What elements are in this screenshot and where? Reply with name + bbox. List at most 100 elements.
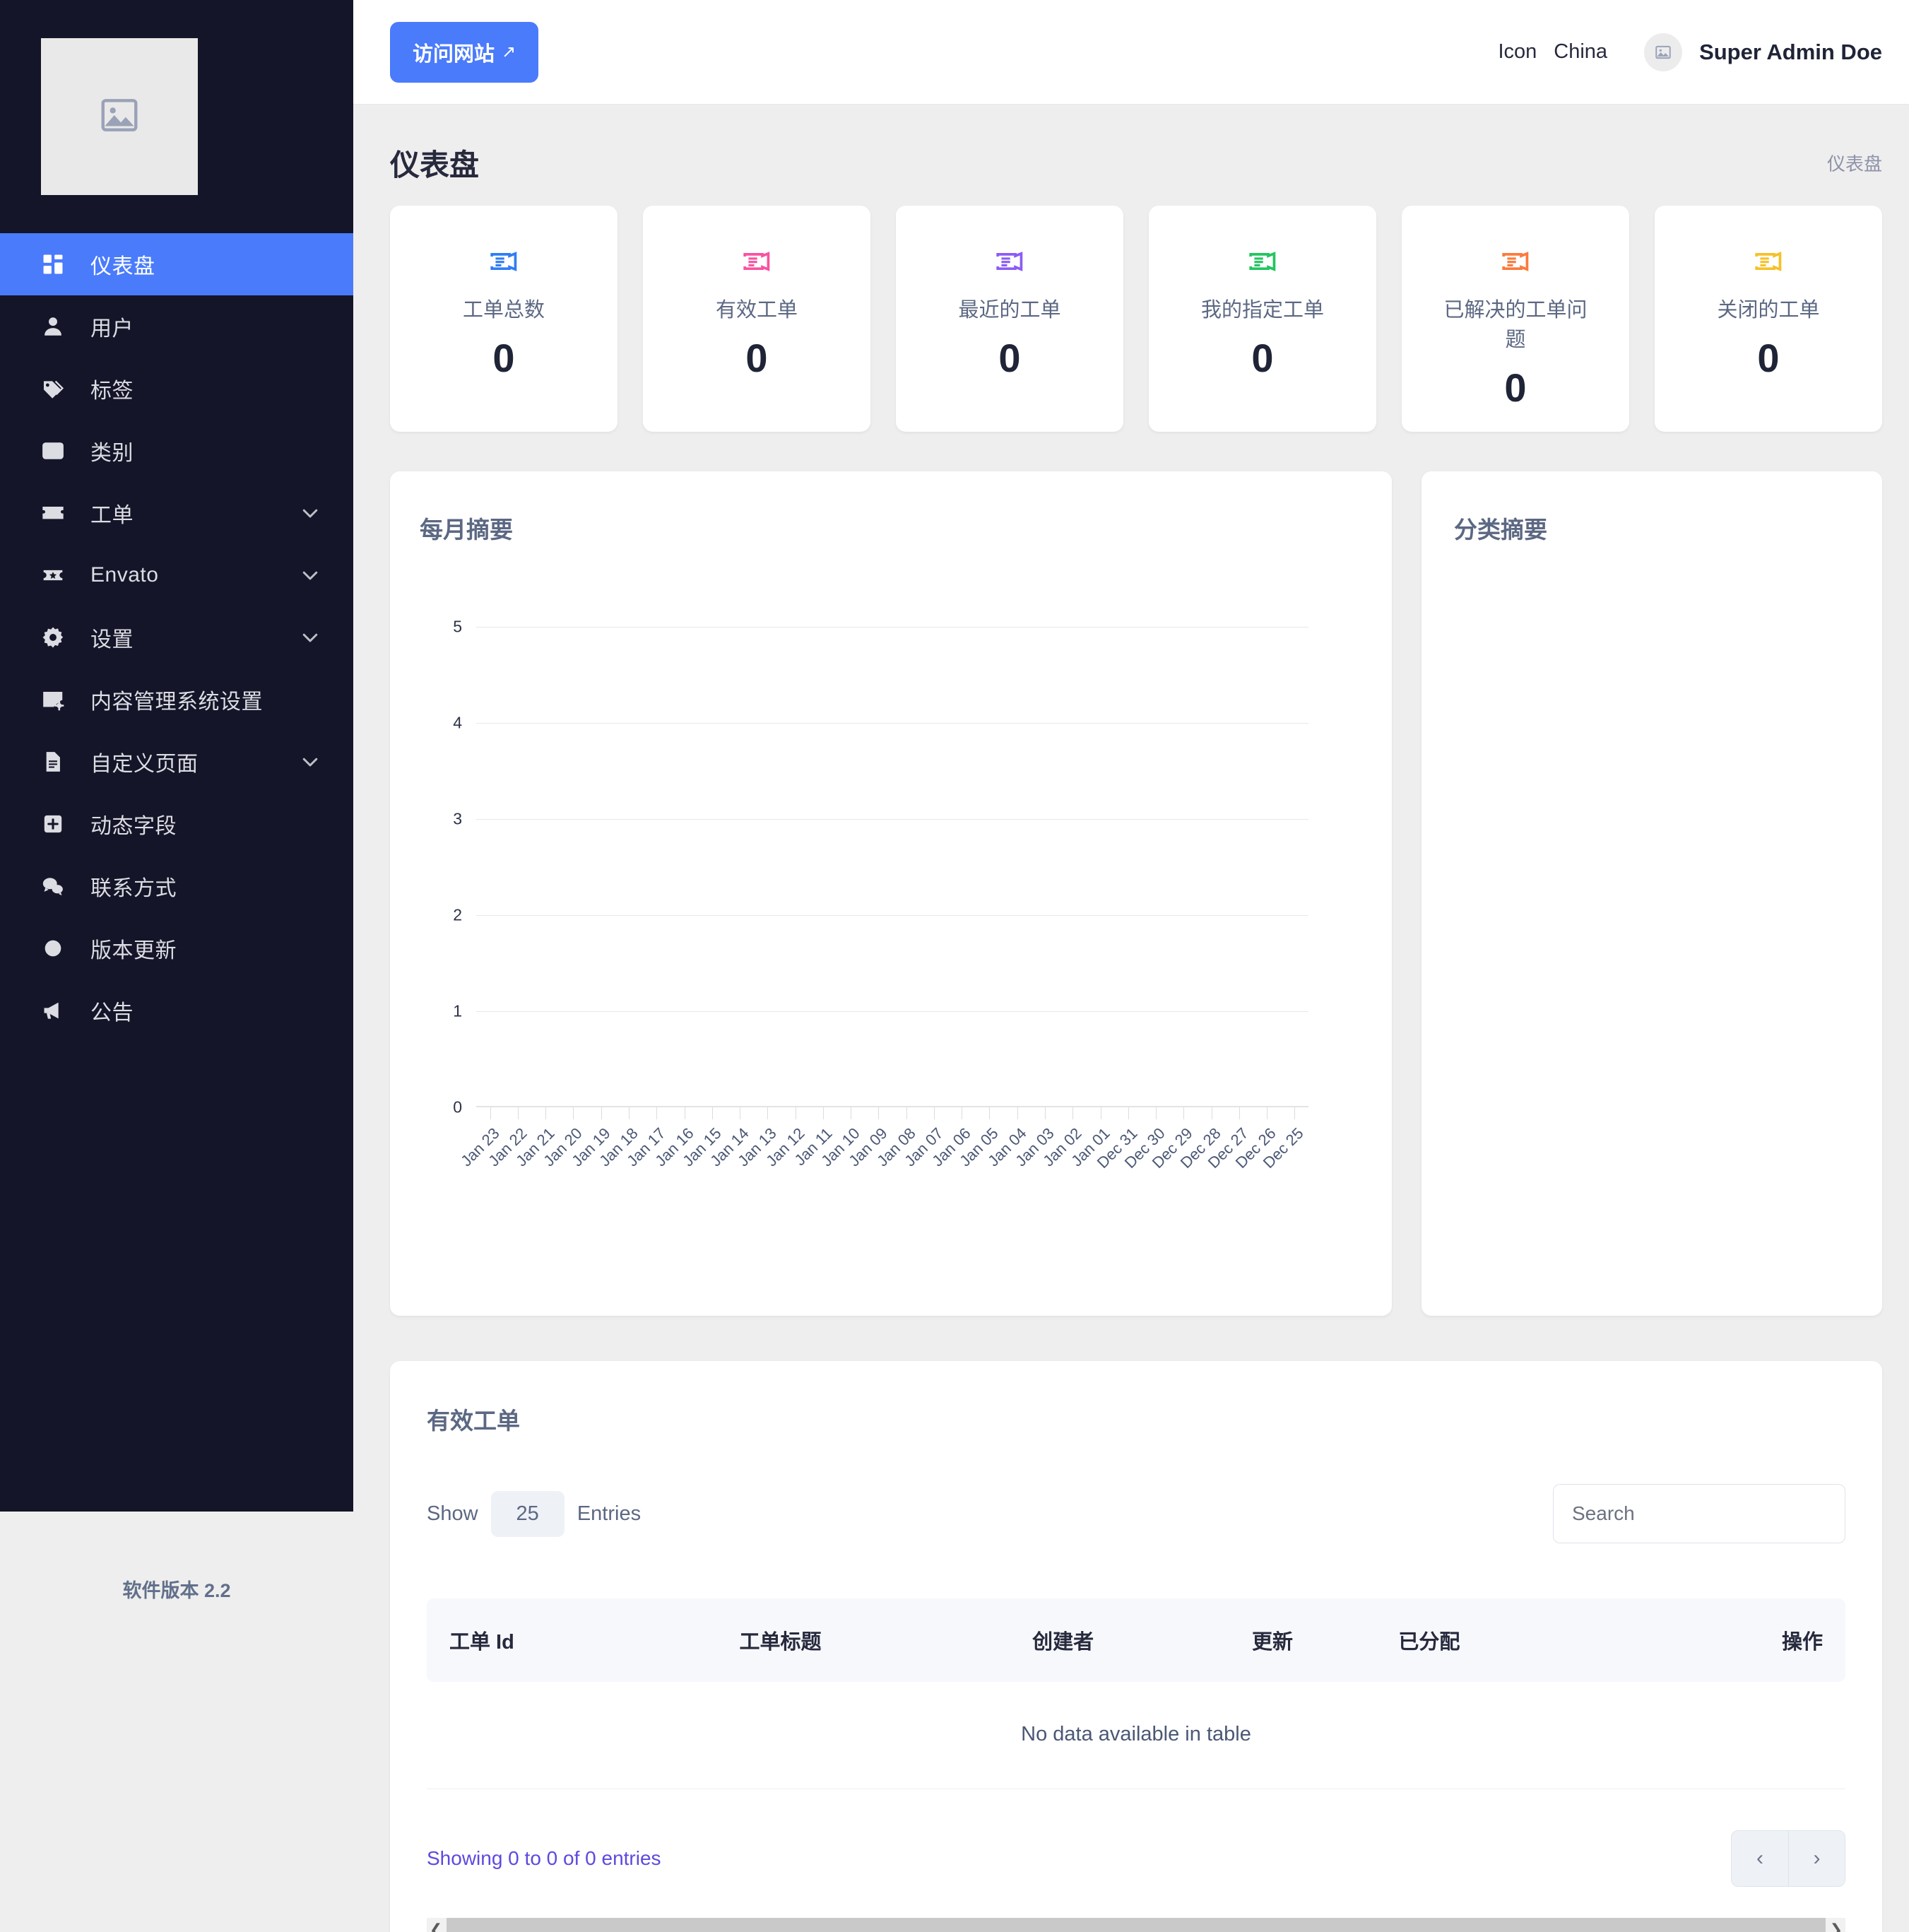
category-summary-title: 分类摘要 xyxy=(1454,511,1854,545)
sidebar-item-label: 类别 xyxy=(90,435,321,466)
x-axis-ticks: Jan 23Jan 22Jan 21Jan 20Jan 19Jan 18Jan … xyxy=(476,1107,1308,1235)
gear-icon xyxy=(41,625,73,649)
avatar[interactable] xyxy=(1644,33,1682,71)
tag-icon xyxy=(41,377,73,401)
sidebar-item-category[interactable]: 类别 xyxy=(0,420,353,482)
chevron-down-icon[interactable] xyxy=(300,502,321,524)
x-axis-tick-mark xyxy=(1239,1107,1240,1119)
stat-value: 0 xyxy=(1504,365,1526,411)
stat-card-closed-tickets[interactable]: 关闭的工单 0 xyxy=(1655,206,1882,432)
sidebar-item-custom-pages[interactable]: 自定义页面 xyxy=(0,731,353,793)
sidebar-spacer xyxy=(0,1042,353,1512)
x-axis-tick-mark xyxy=(518,1107,519,1119)
column-created-by[interactable]: 创建者 xyxy=(1032,1598,1252,1682)
chart-gridline xyxy=(476,915,1308,916)
stat-label: 已解决的工单问题 xyxy=(1434,295,1597,355)
x-axis-tick-mark xyxy=(490,1107,491,1119)
scroll-left-arrow-icon[interactable]: ❮ xyxy=(427,1921,445,1932)
sidebar-item-label: 联系方式 xyxy=(90,871,321,902)
entries-per-page-select[interactable]: 25 xyxy=(491,1491,565,1537)
x-axis-tick-mark xyxy=(823,1107,824,1119)
ticket-icon xyxy=(41,501,73,525)
column-assigned[interactable]: 已分配 xyxy=(1398,1598,1618,1682)
column-updated[interactable]: 更新 xyxy=(1252,1598,1398,1682)
icon-label[interactable]: Icon xyxy=(1498,40,1537,64)
active-tickets-card: 有效工单 Show 25 Entries 工单 Id 工单标题 创建者 更新 已… xyxy=(390,1361,1882,1932)
stat-label: 关闭的工单 xyxy=(1717,295,1819,325)
entries-label: Entries xyxy=(577,1502,641,1526)
tickets-table: 工单 Id 工单标题 创建者 更新 已分配 操作 No data availab… xyxy=(427,1598,1845,1789)
chevron-down-icon[interactable] xyxy=(300,565,321,586)
stat-label: 最近的工单 xyxy=(958,295,1060,325)
scroll-right-arrow-icon[interactable]: ❯ xyxy=(1827,1921,1845,1932)
stat-card-total-tickets[interactable]: 工单总数 0 xyxy=(390,206,617,432)
table-empty-row: No data available in table xyxy=(427,1682,1845,1789)
dashboard-grid-icon xyxy=(41,252,73,276)
x-axis-tick-mark xyxy=(878,1107,879,1119)
visit-site-label: 访问网站 xyxy=(413,37,495,67)
sidebar-item-dynamic-fields[interactable]: 动态字段 xyxy=(0,793,353,855)
pagination: ‹ › xyxy=(1731,1830,1845,1887)
sidebar-item-label: 自定义页面 xyxy=(90,746,300,777)
table-title: 有效工单 xyxy=(427,1402,1845,1436)
y-axis-tick-label: 0 xyxy=(420,1098,462,1117)
ticket-icon xyxy=(742,247,772,280)
sidebar: 仪表盘 用户 标签 xyxy=(0,0,353,1932)
stat-card-resolved-tickets[interactable]: 已解决的工单问题 0 xyxy=(1402,206,1629,432)
x-axis-tick-mark xyxy=(1128,1107,1129,1119)
sidebar-item-label: 仪表盘 xyxy=(90,249,321,280)
prev-page-button[interactable]: ‹ xyxy=(1732,1831,1788,1886)
sidebar-item-dashboard[interactable]: 仪表盘 xyxy=(0,233,353,295)
app-root: 仪表盘 用户 标签 xyxy=(0,0,1909,1932)
table-header-row: 工单 Id 工单标题 创建者 更新 已分配 操作 xyxy=(427,1598,1845,1682)
horizontal-scrollbar[interactable]: ❮ ❯ xyxy=(427,1918,1845,1932)
circle-icon xyxy=(41,936,73,960)
no-data-message: No data available in table xyxy=(427,1682,1845,1789)
sidebar-item-version-update[interactable]: 版本更新 xyxy=(0,917,353,979)
sidebar-item-tags[interactable]: 标签 xyxy=(0,358,353,420)
ticket-icon xyxy=(1501,247,1530,280)
sidebar-item-contacts[interactable]: 联系方式 xyxy=(0,855,353,917)
topbar: 访问网站 ↗ Icon China Super Admin Doe xyxy=(353,0,1909,105)
megaphone-icon xyxy=(41,999,73,1023)
sidebar-item-label: 设置 xyxy=(90,622,300,653)
ticket-icon xyxy=(1248,247,1277,280)
visit-site-button[interactable]: 访问网站 ↗ xyxy=(390,22,538,83)
sidebar-item-cms-settings[interactable]: 内容管理系统设置 xyxy=(0,668,353,731)
chevron-down-icon[interactable] xyxy=(300,627,321,648)
x-axis-tick-mark xyxy=(934,1107,935,1119)
sidebar-item-envato[interactable]: Envato xyxy=(0,544,353,606)
x-axis-tick-mark xyxy=(767,1107,768,1119)
search-input[interactable] xyxy=(1553,1484,1845,1543)
stat-card-active-tickets[interactable]: 有效工单 0 xyxy=(643,206,870,432)
scrollbar-thumb[interactable] xyxy=(447,1918,1826,1932)
sidebar-item-label: 标签 xyxy=(90,373,321,404)
ticket-icon xyxy=(1754,247,1783,280)
stat-cards: 工单总数 0 有效工单 0 最近的工单 0 我 xyxy=(353,206,1909,432)
column-ticket-title[interactable]: 工单标题 xyxy=(740,1598,1033,1682)
column-ticket-id[interactable]: 工单 Id xyxy=(427,1598,740,1682)
column-actions[interactable]: 操作 xyxy=(1618,1598,1845,1682)
x-axis-tick-mark xyxy=(989,1107,990,1119)
chevron-down-icon[interactable] xyxy=(300,751,321,772)
envato-star-ticket-icon xyxy=(41,563,73,587)
language-selector[interactable]: China xyxy=(1554,40,1607,64)
stat-label: 工单总数 xyxy=(463,295,545,325)
stat-value: 0 xyxy=(1251,335,1273,381)
table-footer: Showing 0 to 0 of 0 entries ‹ › xyxy=(427,1789,1845,1887)
user-icon xyxy=(41,314,73,338)
sidebar-item-tickets[interactable]: 工单 xyxy=(0,482,353,544)
sidebar-item-settings[interactable]: 设置 xyxy=(0,606,353,668)
sidebar-logo[interactable] xyxy=(0,0,353,233)
stat-card-my-assigned-tickets[interactable]: 我的指定工单 0 xyxy=(1149,206,1376,432)
next-page-button[interactable]: › xyxy=(1788,1831,1845,1886)
sidebar-item-users[interactable]: 用户 xyxy=(0,295,353,358)
stat-card-recent-tickets[interactable]: 最近的工单 0 xyxy=(896,206,1123,432)
user-menu[interactable]: Super Admin Doe xyxy=(1699,40,1882,65)
sidebar-item-announcements[interactable]: 公告 xyxy=(0,979,353,1042)
stat-value: 0 xyxy=(492,335,514,381)
table-controls: Show 25 Entries xyxy=(427,1484,1845,1543)
main-content: 访问网站 ↗ Icon China Super Admin Doe 仪表盘 仪表 xyxy=(353,0,1909,1932)
monthly-summary-card: 每月摘要 012345Jan 23Jan 22Jan 21Jan 20Jan 1… xyxy=(390,471,1392,1316)
sidebar-item-label: 公告 xyxy=(90,995,321,1026)
